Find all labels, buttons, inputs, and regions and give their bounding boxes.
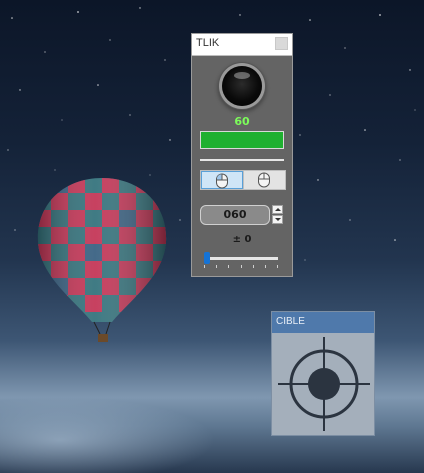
slider-tick bbox=[204, 265, 205, 268]
slider-tick bbox=[216, 265, 217, 268]
slider-tick bbox=[277, 265, 278, 268]
tlik-window: TLIK 60 060 ± 0 bbox=[191, 33, 293, 277]
left-click-button[interactable] bbox=[201, 171, 243, 189]
tlik-titlebar[interactable]: TLIK bbox=[192, 34, 292, 56]
cible-window: CIBLE bbox=[271, 311, 375, 436]
window-title: CIBLE bbox=[276, 316, 305, 327]
start-record-button[interactable] bbox=[222, 66, 262, 106]
spin-down-button[interactable] bbox=[272, 215, 283, 224]
divider bbox=[200, 159, 284, 161]
interval-input[interactable]: 060 bbox=[200, 205, 270, 225]
hot-air-balloon bbox=[37, 178, 167, 342]
slider-thumb[interactable] bbox=[204, 252, 210, 264]
counter-value: 60 bbox=[234, 115, 250, 128]
slider-tick bbox=[241, 265, 242, 268]
crosshair-target-icon[interactable] bbox=[273, 334, 375, 435]
progress-fill bbox=[201, 132, 283, 148]
close-button[interactable] bbox=[275, 37, 288, 50]
mouse-left-icon bbox=[216, 173, 228, 189]
spin-up-button[interactable] bbox=[272, 205, 283, 214]
slider-tick bbox=[228, 265, 229, 268]
slider-track[interactable] bbox=[204, 257, 278, 260]
mouse-button-toggle bbox=[200, 170, 286, 190]
window-title: TLIK bbox=[196, 37, 220, 49]
slider-tick bbox=[265, 265, 266, 268]
mouse-right-icon bbox=[258, 172, 270, 188]
offset-label: ± 0 bbox=[232, 234, 252, 245]
progress-bar bbox=[200, 131, 284, 149]
cible-titlebar[interactable]: CIBLE bbox=[272, 312, 374, 333]
right-click-button[interactable] bbox=[243, 171, 285, 189]
slider-tick bbox=[253, 265, 254, 268]
